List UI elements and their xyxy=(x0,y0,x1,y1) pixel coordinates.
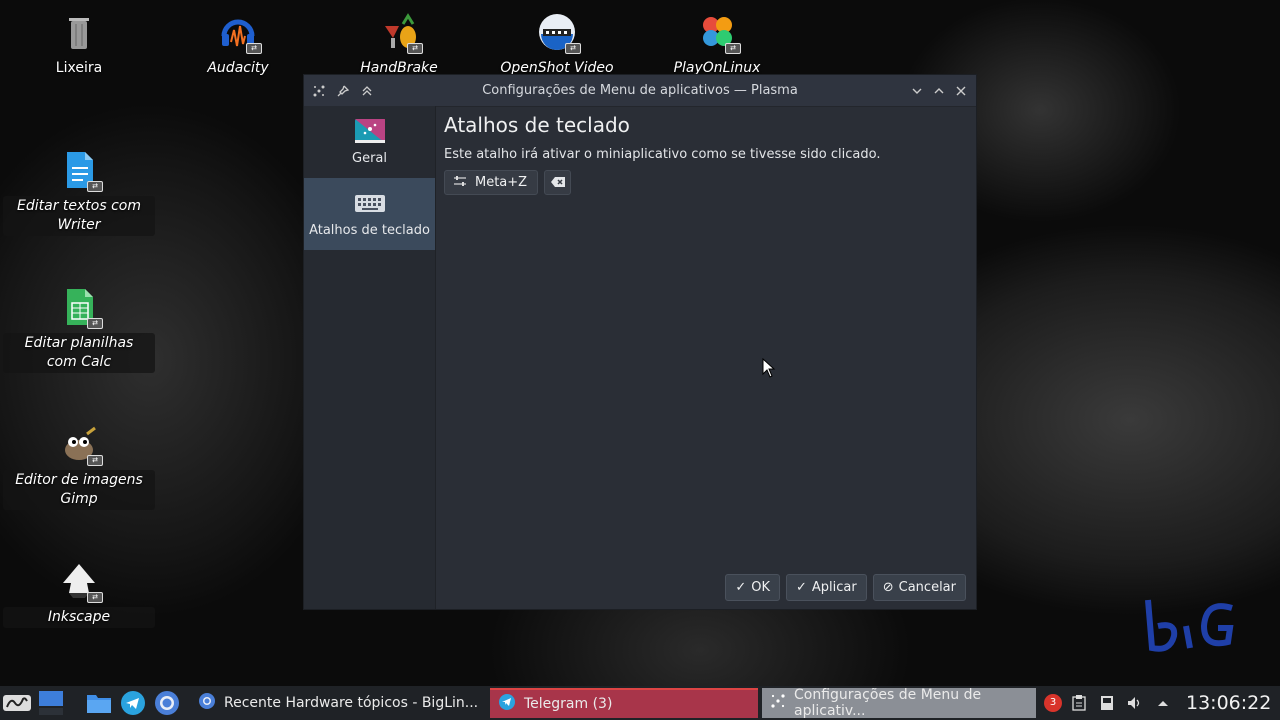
notification-badge[interactable]: 3 xyxy=(1044,694,1062,712)
file-manager-icon[interactable] xyxy=(84,688,114,718)
link-badge-icon: ⇄ xyxy=(407,43,423,54)
desktop-icon-label: Editor de imagens Gimp xyxy=(3,470,155,510)
openshot-icon: ⇄ xyxy=(537,12,581,54)
desktop-icon-inkscape[interactable]: ⇄ Inkscape xyxy=(2,561,156,628)
configure-icon xyxy=(453,175,467,191)
notification-count: 3 xyxy=(1049,697,1057,708)
desktop-icon-calc[interactable]: ⇄ Editar planilhas com Calc xyxy=(2,287,156,373)
clipboard-icon[interactable] xyxy=(1068,688,1090,718)
sidebar-item-atalhos[interactable]: Atalhos de teclado xyxy=(304,178,435,250)
settings-sidebar: Geral Atalhos de teclado xyxy=(304,106,436,609)
volume-icon[interactable] xyxy=(1124,688,1146,718)
sidebar-item-geral[interactable]: Geral xyxy=(304,106,435,178)
desktop-icon-writer[interactable]: ⇄ Editar textos com Writer xyxy=(2,150,156,236)
big-logo-watermark xyxy=(1140,590,1250,660)
apply-button[interactable]: ✓ Aplicar xyxy=(786,574,867,601)
settings-content: Atalhos de teclado Este atalho irá ativa… xyxy=(444,113,968,195)
close-icon[interactable] xyxy=(952,82,970,100)
ok-button[interactable]: ✓ OK xyxy=(725,574,780,601)
desktop-icon-label: Editar textos com Writer xyxy=(3,196,155,236)
link-badge-icon: ⇄ xyxy=(87,318,103,329)
audacity-icon: ⇄ xyxy=(218,12,262,54)
dialog-footer: ✓ OK ✓ Aplicar ⊘ Cancelar xyxy=(725,574,966,601)
task-browser[interactable]: Recente Hardware tópicos - BigLin... xyxy=(190,688,490,718)
desktop-icon-label: Audacity xyxy=(207,60,269,76)
apply-label: Aplicar xyxy=(811,580,857,595)
cancel-button[interactable]: ⊘ Cancelar xyxy=(872,574,966,601)
app-menu-icon[interactable] xyxy=(310,82,328,100)
link-badge-icon: ⇄ xyxy=(87,592,103,603)
desktop-icon-audacity[interactable]: ⇄ Audacity xyxy=(161,12,315,79)
sidebar-item-label: Atalhos de teclado xyxy=(309,222,430,238)
page-title: Atalhos de teclado xyxy=(444,113,630,137)
backspace-icon xyxy=(550,173,566,192)
desktop-icon-openshot[interactable]: ⇄ OpenShot Video xyxy=(480,12,634,79)
inkscape-icon: ⇄ xyxy=(59,561,103,603)
mouse-pointer-icon xyxy=(762,357,776,382)
pin-icon[interactable] xyxy=(334,82,352,100)
chromium-icon xyxy=(198,692,216,714)
check-icon: ✓ xyxy=(735,580,747,595)
desktop-icon-trash[interactable]: Lixeira xyxy=(2,12,156,79)
link-badge-icon: ⇄ xyxy=(87,455,103,466)
desktop-icon-label: Inkscape xyxy=(3,607,155,628)
application-menu-icon xyxy=(354,118,385,145)
sidebar-item-label: Geral xyxy=(352,150,387,166)
playonlinux-icon: ⇄ xyxy=(697,12,741,54)
telegram-icon xyxy=(498,693,516,715)
cancel-label: Cancelar xyxy=(898,580,956,595)
chromium-launcher-icon[interactable] xyxy=(152,688,182,718)
minimize-icon[interactable] xyxy=(908,82,926,100)
calc-spreadsheet-icon: ⇄ xyxy=(59,287,103,329)
shortcut-value: Meta+Z xyxy=(475,175,528,190)
tray-expand-icon[interactable] xyxy=(1152,688,1174,718)
desktop-icon-label: Lixeira xyxy=(55,60,103,76)
keyboard-icon xyxy=(354,191,385,217)
app-menu-icon xyxy=(770,693,786,713)
gimp-icon: ⇄ xyxy=(59,424,103,466)
storage-device-icon[interactable] xyxy=(1096,688,1118,718)
trash-icon xyxy=(59,12,99,52)
cancel-icon: ⊘ xyxy=(882,580,894,595)
keep-above-icon[interactable] xyxy=(358,82,376,100)
link-badge-icon: ⇄ xyxy=(246,43,262,54)
link-badge-icon: ⇄ xyxy=(565,43,581,54)
task-label: Telegram (3) xyxy=(524,696,613,712)
taskbar: Recente Hardware tópicos - BigLin... Tel… xyxy=(0,686,1280,720)
show-desktop-icon[interactable] xyxy=(36,688,66,718)
maximize-icon[interactable] xyxy=(930,82,948,100)
task-label: Recente Hardware tópicos - BigLin... xyxy=(224,695,479,711)
task-settings-dialog[interactable]: Configurações de Menu de aplicativ... xyxy=(762,687,1036,719)
task-telegram[interactable]: Telegram (3) xyxy=(490,688,758,718)
link-badge-icon: ⇄ xyxy=(725,43,741,54)
telegram-launcher-icon[interactable] xyxy=(118,688,148,718)
desktop-icon-label: Editar planilhas com Calc xyxy=(3,333,155,373)
clear-shortcut-button[interactable] xyxy=(544,170,572,195)
check-icon: ✓ xyxy=(796,580,807,595)
dialog-title: Configurações de Menu de aplicativos — P… xyxy=(482,83,798,98)
desktop-icon-handbrake[interactable]: ⇄ HandBrake xyxy=(322,12,476,79)
desktop-icon-gimp[interactable]: ⇄ Editor de imagens Gimp xyxy=(2,424,156,510)
shortcut-description: Este atalho irá ativar o miniaplicativo … xyxy=(444,147,881,162)
desktop-icon-playonlinux[interactable]: ⇄ PlayOnLinux xyxy=(640,12,794,79)
big-menu-launcher-icon[interactable] xyxy=(2,688,32,718)
settings-dialog: Configurações de Menu de aplicativos — P… xyxy=(303,74,977,610)
dialog-titlebar[interactable]: Configurações de Menu de aplicativos — P… xyxy=(304,75,976,107)
clock[interactable]: 13:06:22 xyxy=(1186,692,1271,714)
link-badge-icon: ⇄ xyxy=(87,181,103,192)
writer-document-icon: ⇄ xyxy=(59,150,103,192)
task-label: Configurações de Menu de aplicativ... xyxy=(794,687,982,719)
ok-label: OK xyxy=(751,580,770,595)
handbrake-icon: ⇄ xyxy=(379,12,423,54)
system-tray: 3 xyxy=(1044,688,1174,718)
shortcut-button[interactable]: Meta+Z xyxy=(444,170,539,195)
